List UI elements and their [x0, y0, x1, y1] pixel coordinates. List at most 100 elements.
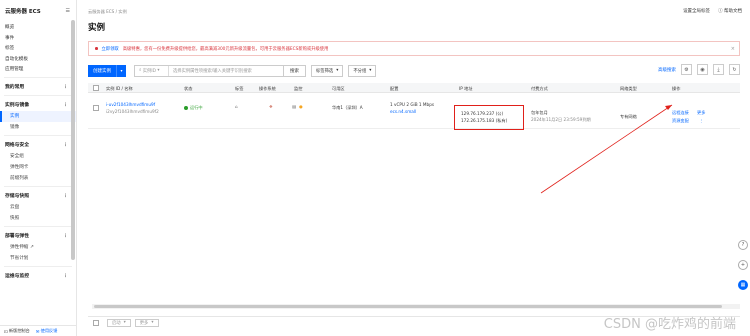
sidebar-group-instances[interactable]: 实例与镜像 ⋮	[0, 99, 76, 111]
settings-icon[interactable]: ⚙	[681, 64, 692, 75]
header-status[interactable]: 状态	[184, 86, 192, 92]
sidebar-item-apps[interactable]: 应用管理	[0, 64, 76, 75]
sidebar-group-ops[interactable]: 运维与监控 ⋮	[0, 270, 76, 282]
sidebar-item-templates[interactable]: 自动化模板	[0, 54, 76, 65]
help-docs-label: 帮助文档	[724, 9, 742, 14]
ip-highlight-box	[454, 105, 524, 130]
sidebar-item-label: 实例	[10, 114, 20, 119]
sidebar-item-overview[interactable]: 概览	[0, 22, 76, 33]
sidebar-divider	[4, 76, 72, 78]
global-tags-link[interactable]: 设置全局标签	[683, 8, 710, 14]
sidebar-item-image[interactable]: 镜像	[0, 122, 76, 133]
sidebar-item-instance[interactable]: 实例	[0, 110, 76, 122]
sidebar-group-storage[interactable]: 存储与快照 ⋮	[0, 190, 76, 202]
more-link[interactable]: 更多	[697, 110, 705, 116]
sidebar-item-label: 应用管理	[5, 67, 24, 73]
more-icon: ⋮	[63, 232, 68, 239]
search-input[interactable]: ⌕ 实例ID ▾ 选择实例属性项搜索/输入关键字识别搜索	[134, 64, 284, 77]
search-button[interactable]: 搜索	[284, 64, 306, 77]
sidebar-item-label: 概览	[5, 25, 15, 31]
help-docs-link[interactable]: ⓘ 帮助文档	[718, 8, 742, 14]
group-label: 实例与镜像	[5, 103, 29, 108]
sidebar-item-label: 前缀列表	[10, 176, 29, 181]
sidebar-title: 云服务器 ECS ☰	[0, 0, 76, 22]
header-network[interactable]: 网络类型	[620, 86, 637, 92]
tag-filter-select[interactable]: 标签筛选 ▾	[311, 64, 344, 77]
remote-connect-link[interactable]: 远程连接	[672, 110, 689, 116]
tag-filter-label: 标签筛选	[316, 68, 334, 74]
help-icon[interactable]: ?	[738, 240, 748, 250]
sidebar-item-label: 安全组	[10, 154, 24, 159]
os-icon: ❖	[269, 104, 273, 109]
chevron-down-icon: ▾	[369, 68, 372, 73]
sidebar-scrollbar[interactable]	[71, 20, 75, 260]
start-button[interactable]: 启动 ▾	[107, 318, 131, 327]
sidebar-item-label: 镜像	[10, 125, 20, 130]
more-icon: ⋮	[63, 272, 68, 279]
monitor-icon[interactable]: ▤	[292, 104, 296, 109]
sidebar-item-security-group[interactable]: 安全组	[0, 151, 76, 162]
row-more-icon[interactable]: ⋮	[699, 118, 703, 123]
header-id[interactable]: 实例 ID / 名称	[106, 86, 133, 92]
footer-select-all-checkbox[interactable]	[93, 319, 99, 326]
console-icon: ⊡	[4, 328, 8, 334]
sidebar-divider	[4, 94, 72, 96]
sidebar-item-autoscaling[interactable]: 弹性伸缩 ↗	[0, 242, 76, 253]
sidebar-item-savings-plan[interactable]: 节省计划	[0, 253, 76, 264]
display-icon[interactable]: ◉	[697, 64, 708, 75]
alert-claim-link[interactable]: 立即领取	[102, 46, 119, 52]
instance-id-link[interactable]: i-uv2f1043lhmvdfimu9f	[106, 102, 155, 107]
sidebar-item-events[interactable]: 事件	[0, 33, 76, 44]
sidebar-divider	[4, 134, 72, 136]
network-type: 专有网络	[620, 114, 637, 119]
billing-type: 包年包月	[531, 110, 548, 115]
feedback-link[interactable]: ✉ 使用反馈	[36, 328, 58, 334]
scrollbar-thumb[interactable]	[94, 305, 722, 308]
select-all-checkbox[interactable]	[93, 85, 99, 91]
close-icon[interactable]: ×	[731, 46, 735, 52]
sidebar-group-network[interactable]: 网络与安全 ⋮	[0, 139, 76, 151]
sidebar-item-eni[interactable]: 弹性网卡	[0, 162, 76, 173]
advanced-search-link[interactable]: 高级搜索	[658, 67, 676, 73]
create-instance-button[interactable]: 创建实例	[88, 64, 116, 77]
chevron-down-icon[interactable]: ▾	[116, 64, 126, 77]
tag-icon[interactable]: ⌂	[235, 104, 238, 109]
grid-icon[interactable]: ▦	[738, 280, 748, 290]
new-console-link[interactable]: ⊡ 新版控制台	[0, 328, 30, 334]
sidebar-item-label: 自动化模板	[5, 56, 28, 62]
refresh-icon[interactable]: ↻	[729, 64, 740, 75]
feedback-label: 使用反馈	[40, 328, 58, 333]
header-ip: IP 地址	[459, 86, 473, 91]
header-zone[interactable]: 可用区	[332, 86, 345, 92]
sidebar-item-disk[interactable]: 云盘	[0, 202, 76, 213]
table-scrollbar[interactable]	[92, 304, 740, 309]
sidebar-item-prefix-list[interactable]: 前缀列表	[0, 173, 76, 184]
zone-text: 华南1（深圳）A	[332, 105, 363, 110]
sidebar-group-deploy[interactable]: 部署与弹性 ⋮	[0, 230, 76, 242]
sidebar-divider	[4, 265, 72, 267]
sidebar-item-label: 节省计划	[10, 256, 29, 261]
page-title: 实例	[88, 23, 106, 33]
external-link-icon: ↗	[29, 244, 34, 250]
sidebar-item-snapshot[interactable]: 快照	[0, 213, 76, 224]
config-spec-link[interactable]: ecs.n4.small	[390, 109, 416, 114]
download-icon[interactable]: ⤓	[713, 64, 724, 75]
more-icon: ⋮	[63, 192, 68, 199]
row-checkbox[interactable]	[93, 105, 99, 111]
group-select[interactable]: 不分组 ▾	[348, 64, 377, 77]
header-billing[interactable]: 付费方式	[531, 86, 548, 92]
sidebar-group-favorites[interactable]: 我的常用 ⋮	[0, 81, 76, 93]
breadcrumb: 云服务器 ECS / 实例	[88, 9, 127, 14]
chevron-down-icon: ▾	[123, 320, 126, 325]
search-prefix-select[interactable]: ⌕ 实例ID ▾	[135, 65, 169, 76]
instance-name: i2vy2f1043lhmvdfimu9f2	[106, 109, 159, 114]
sidebar-title-text: 云服务器 ECS	[5, 9, 41, 15]
add-icon[interactable]: +	[738, 260, 748, 270]
menu-icon[interactable]: ☰	[66, 8, 70, 14]
group-label: 网络与安全	[5, 143, 29, 148]
instance-table: 实例 ID / 名称 状态 标签 操作系统 监控 可用区 配置 IP 地址 付费…	[88, 83, 740, 130]
resize-link[interactable]: 资源变配	[672, 118, 689, 124]
header-monitor: 监控	[294, 86, 303, 91]
more-actions-button[interactable]: 更多 ▾	[134, 318, 159, 327]
sidebar-item-tags[interactable]: 标签	[0, 43, 76, 54]
